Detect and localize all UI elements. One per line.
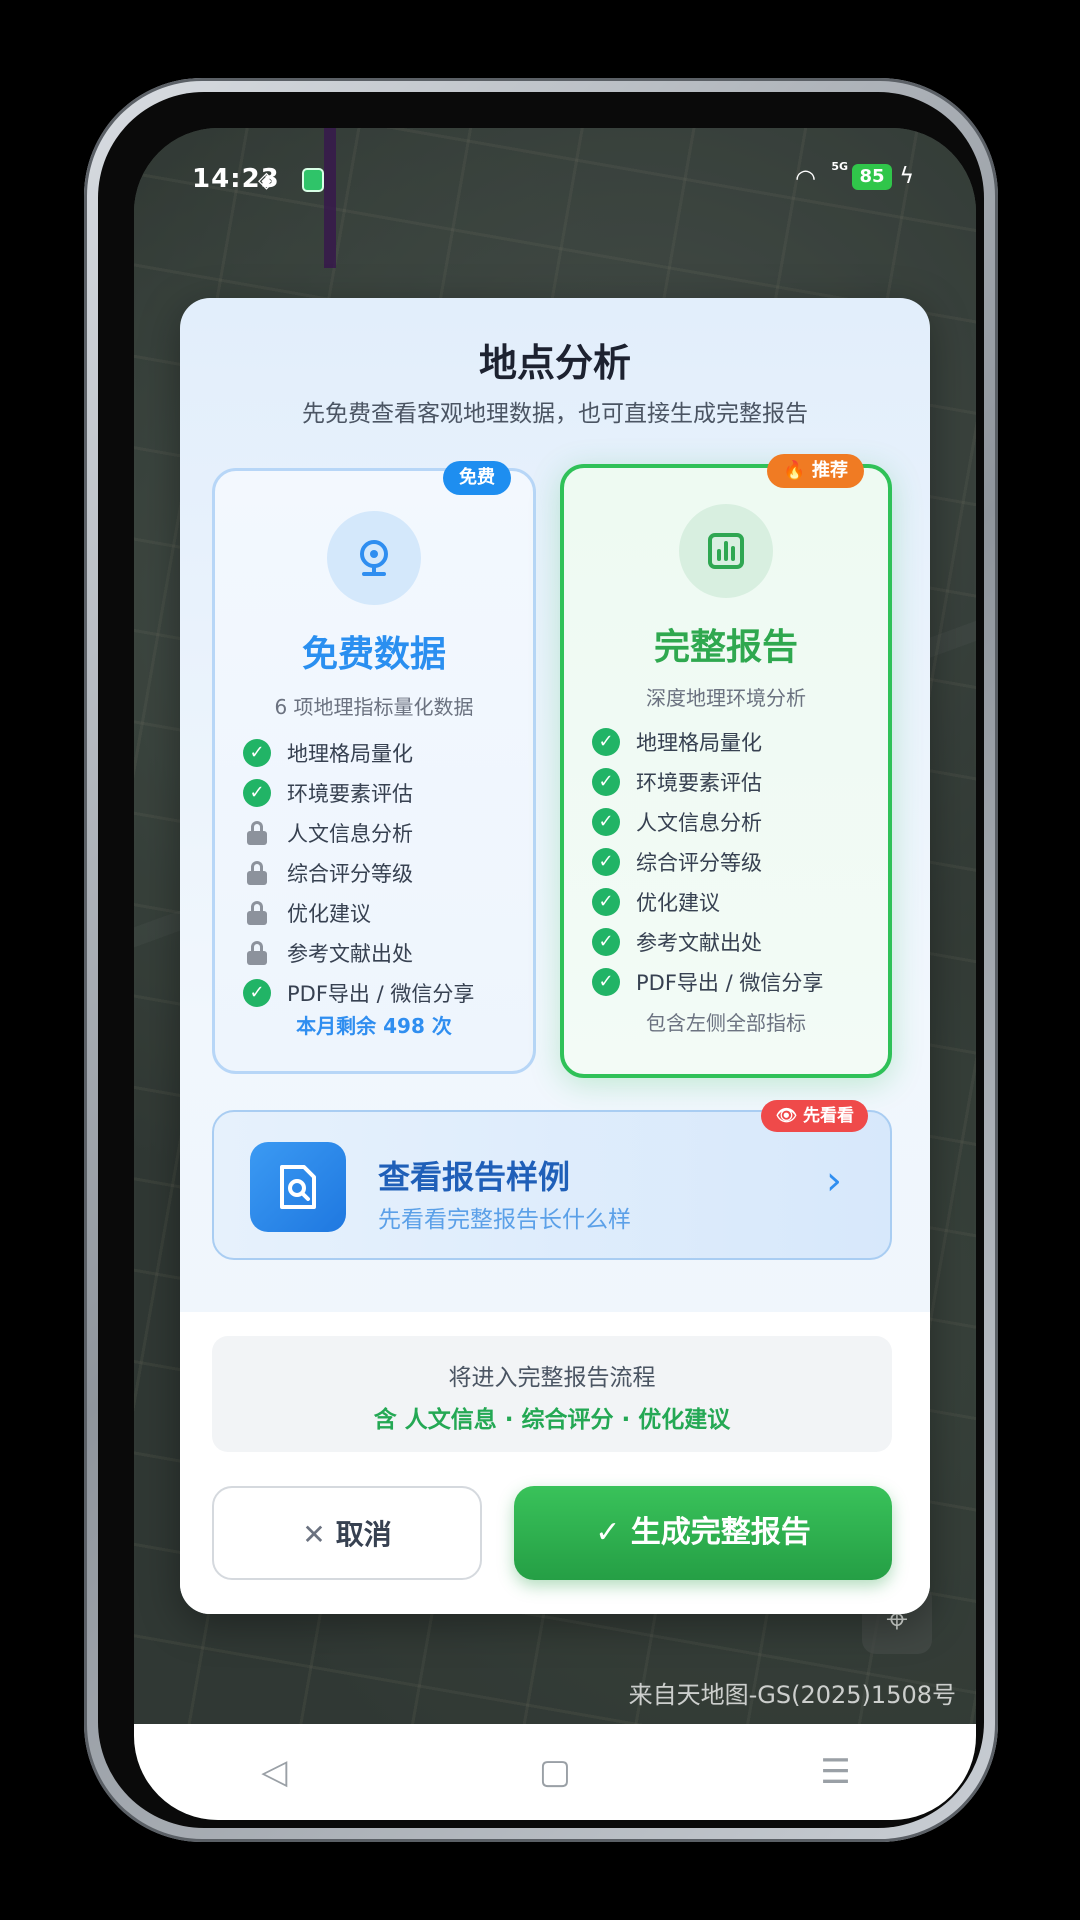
feature-label: 综合评分等级 xyxy=(287,862,413,886)
feature-item: ✓ PDF导出 / 微信分享 xyxy=(592,962,878,1002)
feature-item: ✓ PDF导出 / 微信分享 xyxy=(243,973,523,1013)
location-analysis-dialog: 地点分析 先免费查看客观地理数据，也可直接生成完整报告 免费 免费数据 6 项地… xyxy=(180,298,930,1614)
feature-label: 参考文献出处 xyxy=(636,931,762,955)
lock-icon xyxy=(243,939,271,967)
chevron-right-icon: › xyxy=(826,1158,842,1204)
feature-label: 优化建议 xyxy=(636,891,720,915)
check-circle-icon: ✓ xyxy=(592,928,620,956)
sample-subtitle: 先看看完整报告长什么样 xyxy=(378,1207,631,1233)
feature-item: ✓ 地理格局量化 xyxy=(592,722,878,762)
check-circle-icon: ✓ xyxy=(592,888,620,916)
preview-badge: 👁 先看看 xyxy=(761,1100,868,1132)
feature-label: 优化建议 xyxy=(287,902,371,926)
free-data-card[interactable]: 免费 免费数据 6 项地理指标量化数据 ✓ 地理格局量化 ✓ 环境要素评估 人文信息分析… xyxy=(212,461,536,1074)
check-circle-icon: ✓ xyxy=(592,848,620,876)
battery-icon: 85 xyxy=(852,164,892,190)
free-badge: 免费 xyxy=(443,461,511,495)
bar-chart-icon xyxy=(679,504,773,598)
signal-label: 5G xyxy=(831,160,848,173)
lock-icon xyxy=(243,899,271,927)
feature-label: 人文信息分析 xyxy=(636,811,762,835)
sim-icon xyxy=(302,168,324,192)
cancel-button[interactable]: ✕ 取消 xyxy=(212,1486,482,1580)
back-icon[interactable]: ◁ xyxy=(174,1752,374,1792)
feature-label: PDF导出 / 微信分享 xyxy=(636,971,824,995)
free-card-desc: 6 项地理指标量化数据 xyxy=(274,695,474,719)
free-remaining: 本月剩余 498 次 xyxy=(296,1014,452,1038)
feature-item: ✓ 环境要素评估 xyxy=(243,773,523,813)
sample-title: 查看报告样例 xyxy=(378,1158,571,1196)
phone-frame: 14:23 ◈ ◠ 5G 85 ϟ ⌖ 来自天地图-GS(2025)1508号 … xyxy=(84,78,998,1842)
free-card-title: 免费数据 xyxy=(301,634,446,675)
cancel-label: 取消 xyxy=(335,1518,392,1551)
check-circle-icon: ✓ xyxy=(592,768,620,796)
feature-label: 环境要素评估 xyxy=(636,771,762,795)
flow-info-box: 将进入完整报告流程 含 人文信息 · 综合评分 · 优化建议 xyxy=(212,1336,892,1452)
lock-icon xyxy=(243,819,271,847)
feature-label: 人文信息分析 xyxy=(287,822,413,846)
feature-item: ✓ 地理格局量化 xyxy=(243,733,523,773)
full-card-title: 完整报告 xyxy=(653,627,798,668)
full-card-footer: 包含左侧全部指标 xyxy=(646,1011,806,1035)
feature-item: 人文信息分析 xyxy=(243,813,523,853)
close-icon: ✕ xyxy=(302,1518,326,1551)
check-circle-icon: ✓ xyxy=(243,979,271,1007)
full-report-card[interactable]: 🔥 推荐 完整报告 深度地理环境分析 ✓ 地理格局量化 ✓ 环境要素评估 ✓ 人文信息分析… xyxy=(560,454,892,1078)
feature-label: 地理格局量化 xyxy=(636,731,762,755)
full-card-desc: 深度地理环境分析 xyxy=(646,686,806,710)
free-feature-list: ✓ 地理格局量化 ✓ 环境要素评估 人文信息分析 综合评分等级 优化建议参考文献出处 ✓ PDF… xyxy=(243,733,523,1013)
map-attribution: 来自天地图-GS(2025)1508号 xyxy=(628,1681,956,1709)
phone-screen: 14:23 ◈ ◠ 5G 85 ϟ ⌖ 来自天地图-GS(2025)1508号 … xyxy=(134,128,976,1820)
feature-item: 综合评分等级 xyxy=(243,853,523,893)
navigation-bar: ◁ ▢ ☰ xyxy=(134,1724,976,1820)
feature-label: 环境要素评估 xyxy=(287,782,413,806)
check-circle-icon: ✓ xyxy=(592,968,620,996)
preview-badge-label: 先看看 xyxy=(803,1106,854,1126)
feature-item: ✓ 人文信息分析 xyxy=(592,802,878,842)
lock-icon xyxy=(243,859,271,887)
feature-item: 优化建议 xyxy=(243,893,523,933)
flow-notice: 将进入完整报告流程 xyxy=(448,1365,656,1391)
feature-item: ✓ 环境要素评估 xyxy=(592,762,878,802)
check-circle-icon: ✓ xyxy=(243,779,271,807)
nfc-icon: ◈ xyxy=(258,168,275,193)
wifi-icon: ◠ xyxy=(795,164,816,192)
feature-label: PDF导出 / 微信分享 xyxy=(287,982,475,1006)
feature-label: 参考文献出处 xyxy=(287,942,413,966)
generate-report-button[interactable]: ✓ 生成完整报告 xyxy=(514,1486,892,1580)
location-pin-icon xyxy=(327,511,421,605)
full-feature-list: ✓ 地理格局量化 ✓ 环境要素评估 ✓ 人文信息分析 ✓ 综合评分等级 ✓ 优化建议 ✓ 参考文献出处… xyxy=(592,722,878,1002)
home-icon[interactable]: ▢ xyxy=(455,1752,655,1792)
check-circle-icon: ✓ xyxy=(592,728,620,756)
feature-item: ✓ 优化建议 xyxy=(592,882,878,922)
document-search-icon xyxy=(250,1142,346,1232)
feature-item: 参考文献出处 xyxy=(243,933,523,973)
status-bar: 14:23 ◈ ◠ 5G 85 ϟ xyxy=(134,128,976,238)
feature-item: ✓ 参考文献出处 xyxy=(592,922,878,962)
generate-label: 生成完整报告 xyxy=(630,1515,811,1550)
charging-icon: ϟ xyxy=(899,164,914,189)
feature-label: 地理格局量化 xyxy=(287,742,413,766)
recommend-badge: 🔥 推荐 xyxy=(767,454,864,488)
menu-icon[interactable]: ☰ xyxy=(736,1752,936,1792)
dialog-subtitle: 先免费查看客观地理数据，也可直接生成完整报告 xyxy=(302,401,808,427)
view-sample-report[interactable]: 👁 先看看 查看报告样例 先看看完整报告长什么样 › xyxy=(212,1100,892,1260)
dialog-title: 地点分析 xyxy=(478,341,631,385)
feature-label: 综合评分等级 xyxy=(636,851,762,875)
feature-item: ✓ 综合评分等级 xyxy=(592,842,878,882)
flow-includes: 含 人文信息 · 综合评分 · 优化建议 xyxy=(373,1407,731,1433)
check-circle-icon: ✓ xyxy=(592,808,620,836)
check-circle-icon: ✓ xyxy=(243,739,271,767)
phone-bezel: 14:23 ◈ ◠ 5G 85 ϟ ⌖ 来自天地图-GS(2025)1508号 … xyxy=(98,92,984,1828)
